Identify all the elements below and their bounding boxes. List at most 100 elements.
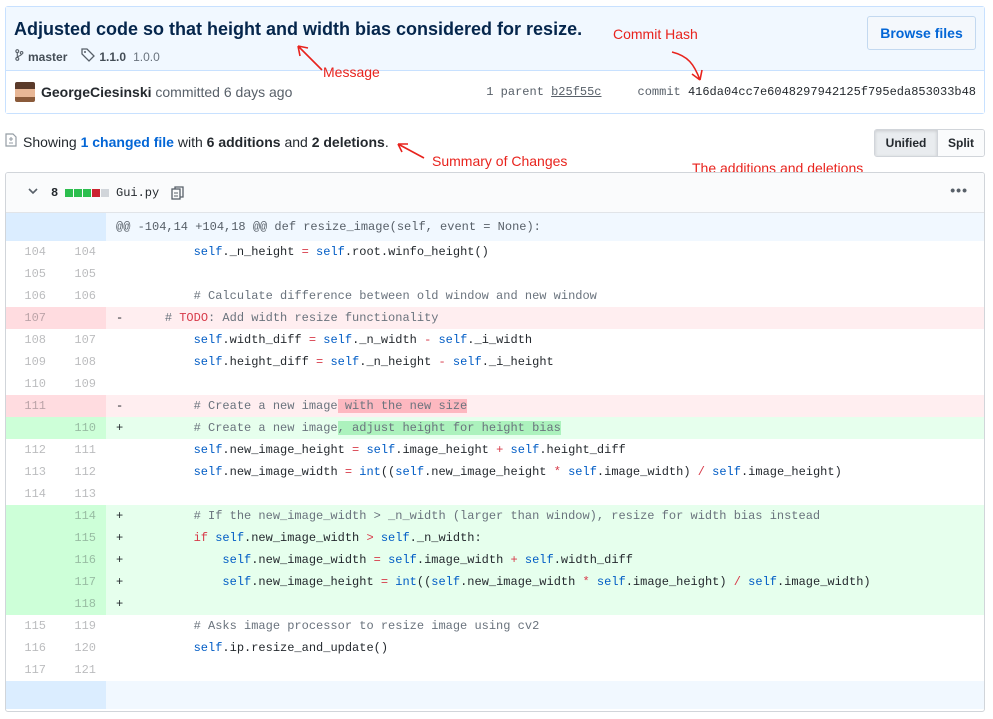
old-line-number[interactable]: 115: [6, 615, 56, 637]
code-operator: *: [582, 575, 590, 589]
new-line-number[interactable]: 119: [56, 615, 106, 637]
new-line-number[interactable]: 105: [56, 263, 106, 285]
old-line-number[interactable]: 107: [6, 307, 56, 329]
old-line-number[interactable]: 116: [6, 637, 56, 659]
old-line-number[interactable]: [6, 505, 56, 527]
code-builtin: self: [395, 465, 425, 479]
old-line-number[interactable]: 114: [6, 483, 56, 505]
code-line: # Create a new image with the new size: [136, 395, 984, 417]
new-line-number[interactable]: 117: [56, 571, 106, 593]
old-line-number[interactable]: [6, 417, 56, 439]
old-line-number[interactable]: 113: [6, 461, 56, 483]
new-line-number[interactable]: 111: [56, 439, 106, 461]
old-line-number[interactable]: 104: [6, 241, 56, 263]
code-builtin: self: [193, 355, 223, 369]
avatar[interactable]: [15, 82, 35, 102]
copy-path-icon[interactable]: [171, 185, 185, 204]
code-operator: +: [510, 553, 518, 567]
code-todo: TODO: [179, 311, 209, 325]
code-builtin: int: [359, 465, 381, 479]
diff-marker: +: [116, 531, 124, 545]
diff-marker: -: [116, 311, 124, 325]
diff-context-row: 108 107 self.width_diff = self._n_width -…: [6, 329, 984, 351]
new-line-number[interactable]: [56, 395, 106, 417]
annotation-summary: Summary of Changes: [432, 153, 568, 169]
diff-marker: -: [116, 399, 124, 413]
file-options-button[interactable]: •••: [950, 182, 968, 198]
diff-marker: +: [116, 509, 124, 523]
old-line-number[interactable]: 111: [6, 395, 56, 417]
annotation-arrow-summary: [397, 143, 425, 159]
tag-list: 1.1.0 1.0.0: [81, 48, 160, 65]
expand-up-icon[interactable]: [6, 213, 106, 258]
tag-icon: [81, 48, 96, 65]
code-operator: =: [373, 553, 381, 567]
branch-name[interactable]: master: [28, 50, 67, 64]
new-line-number[interactable]: 108: [56, 351, 106, 373]
diff-context-row: 112 111 self.new_image_height = self.imag…: [6, 439, 984, 461]
code-line: self.new_image_height = int((self.new_im…: [222, 575, 871, 589]
code-operator: -: [424, 333, 432, 347]
changed-files-link[interactable]: 1 changed file: [81, 134, 174, 150]
hunk-header-row: @@ -104,14 +104,18 @@ def resize_image(s…: [6, 213, 984, 258]
split-view-button[interactable]: Split: [938, 130, 984, 156]
new-line-number[interactable]: 112: [56, 461, 106, 483]
diff-addition-row: 110 + # Create a new image, adjust height…: [6, 417, 984, 439]
new-line-number[interactable]: 104: [56, 241, 106, 263]
new-line-number[interactable]: 115: [56, 527, 106, 549]
old-line-number[interactable]: 109: [6, 351, 56, 373]
author-link[interactable]: GeorgeCiesinski: [41, 84, 152, 100]
commit-sha: 416da04cc7e6048297942125f795eda853033b48: [687, 85, 976, 99]
new-line-number[interactable]: 116: [56, 549, 106, 571]
new-line-number[interactable]: [56, 307, 106, 329]
parent-sha-link[interactable]: b25f55c: [551, 85, 601, 99]
code-operator: >: [366, 531, 374, 545]
old-line-number[interactable]: [6, 593, 56, 615]
old-line-number[interactable]: [6, 571, 56, 593]
old-line-number[interactable]: 108: [6, 329, 56, 351]
code-builtin: self: [193, 641, 223, 655]
old-line-number[interactable]: 117: [6, 659, 56, 681]
old-line-number[interactable]: 106: [6, 285, 56, 307]
commit-label: commit: [637, 85, 681, 99]
additions-count: 6 additions: [206, 133, 281, 150]
diff-summary: Showing 1 changed file with 6 additions …: [5, 133, 389, 150]
code-builtin: self: [366, 443, 396, 457]
new-line-number[interactable]: 110: [56, 417, 106, 439]
new-line-number[interactable]: 118: [56, 593, 106, 615]
new-line-number[interactable]: 121: [56, 659, 106, 681]
new-line-number[interactable]: 120: [56, 637, 106, 659]
new-line-number[interactable]: 114: [56, 505, 106, 527]
old-line-number[interactable]: 110: [6, 373, 56, 395]
tag-primary[interactable]: 1.1.0: [99, 50, 126, 64]
code-line: # Create a new image, adjust height for …: [136, 417, 984, 439]
annotation-hash: Commit Hash: [613, 26, 698, 42]
old-line-number[interactable]: [6, 527, 56, 549]
unified-view-button[interactable]: Unified: [875, 130, 938, 156]
old-line-number[interactable]: 105: [6, 263, 56, 285]
new-line-number[interactable]: 113: [56, 483, 106, 505]
code-operator: -: [438, 355, 446, 369]
old-line-number[interactable]: 112: [6, 439, 56, 461]
code-comment: # Create a new image: [193, 399, 338, 413]
diff-context-row: 116 120 self.ip.resize_and_update(): [6, 637, 984, 659]
code-builtin: self: [380, 531, 410, 545]
code-comment: # TODO: Add width resize functionality: [164, 311, 439, 325]
diff-marker: +: [116, 553, 124, 567]
diff-marker: [106, 659, 136, 681]
chevron-down-icon[interactable]: [28, 185, 38, 199]
new-line-number[interactable]: 106: [56, 285, 106, 307]
expand-down-icon[interactable]: [6, 681, 106, 709]
browse-files-button[interactable]: Browse files: [867, 16, 976, 50]
old-line-number[interactable]: [6, 549, 56, 571]
new-line-number[interactable]: 109: [56, 373, 106, 395]
diff-addition-row: 116 + self.new_image_width = self.image_w…: [6, 549, 984, 571]
code-line: self.height_diff = self._n_height - self…: [193, 355, 554, 369]
tag-secondary[interactable]: 1.0.0: [133, 50, 160, 64]
new-line-number[interactable]: 107: [56, 329, 106, 351]
diff-marker: [106, 461, 136, 483]
code-builtin: self: [388, 553, 417, 567]
diff-marker: [106, 329, 136, 351]
file-name-link[interactable]: Gui.py: [116, 186, 159, 200]
